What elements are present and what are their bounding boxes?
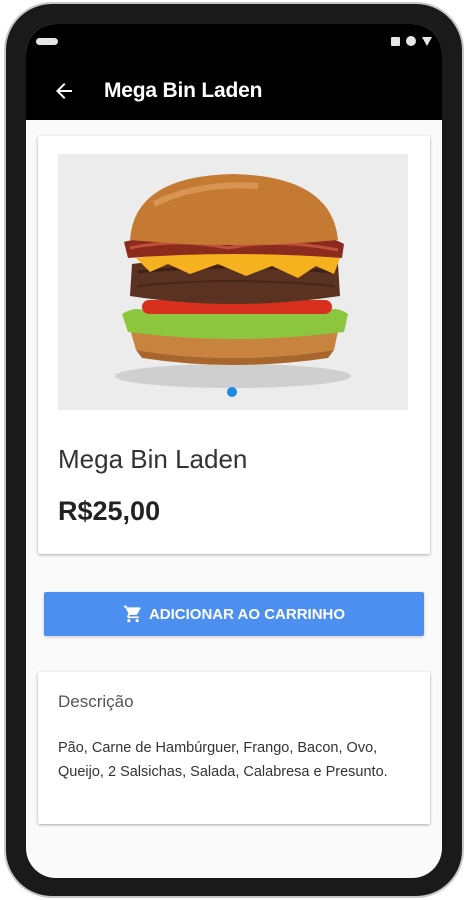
product-name: Mega Bin Laden <box>58 444 248 474</box>
carousel-indicator[interactable] <box>227 387 237 397</box>
triangle-icon <box>422 36 432 46</box>
page-title: Mega Bin Laden <box>104 79 263 102</box>
product-price: R$25,00 <box>58 496 161 526</box>
shopping-cart-icon <box>123 605 141 623</box>
product-image-carousel[interactable] <box>58 154 408 410</box>
status-icons <box>391 36 432 46</box>
status-bar <box>26 24 442 62</box>
app-bar: Mega Bin Laden <box>26 62 442 120</box>
stop-icon <box>391 36 400 46</box>
phone-frame: Mega Bin Laden Mega Bin Laden R$25,00 AD… <box>6 4 462 896</box>
circle-icon <box>406 36 416 46</box>
notification-icon <box>36 38 58 45</box>
back-button[interactable] <box>36 62 92 120</box>
product-card: Mega Bin Laden R$25,00 <box>38 136 430 554</box>
arrow-left-icon <box>56 83 72 99</box>
description-card: Descrição Pão, Carne de Hambúrguer, Fran… <box>38 672 430 824</box>
add-to-cart-label: ADICIONAR AO CARRINHO <box>148 605 346 623</box>
description-title: Descrição <box>58 692 134 711</box>
add-to-cart-button[interactable]: ADICIONAR AO CARRINHO <box>44 592 424 636</box>
screen: Mega Bin Laden Mega Bin Laden R$25,00 AD… <box>26 24 442 878</box>
burger-image <box>115 174 351 388</box>
description-text: Pão, Carne de Hambúrguer, Frango, Bacon,… <box>58 740 388 780</box>
